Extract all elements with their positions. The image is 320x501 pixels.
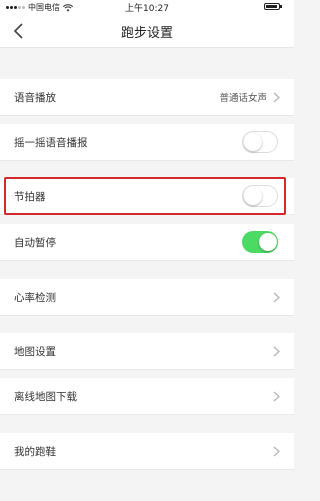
setting-row-voice-playback[interactable]: 语音播放 普通话女声 xyxy=(0,79,294,116)
setting-label: 我的跑鞋 xyxy=(14,446,56,458)
setting-label: 地图设置 xyxy=(14,346,56,358)
nav-bar: 跑步设置 xyxy=(0,14,294,48)
battery-icon xyxy=(264,3,282,10)
setting-row-auto-pause: 自动暂停 xyxy=(0,224,294,261)
status-time: 上午10:27 xyxy=(125,4,169,14)
chevron-right-icon xyxy=(273,92,280,103)
chevron-right-icon xyxy=(273,346,280,357)
chevron-right-icon xyxy=(273,391,280,402)
setting-value: 普通话女声 xyxy=(219,93,267,104)
toggle-knob xyxy=(259,233,277,251)
running-settings-screen: 中国电信 上午10:27 跑步设置 语音播放 普通话女声 摇一摇语音播报 节拍器… xyxy=(0,0,294,501)
setting-row-my-shoes[interactable]: 我的跑鞋 xyxy=(0,433,294,470)
setting-row-offline-map[interactable]: 离线地图下载 xyxy=(0,378,294,415)
shake-voice-toggle[interactable] xyxy=(242,131,278,153)
setting-label: 摇一摇语音播报 xyxy=(14,137,88,149)
chevron-right-icon xyxy=(273,292,280,303)
setting-label: 自动暂停 xyxy=(14,237,56,249)
setting-row-map-settings[interactable]: 地图设置 xyxy=(0,333,294,370)
metronome-highlight-box xyxy=(4,177,286,215)
setting-label: 心率检测 xyxy=(14,292,56,304)
setting-row-heart-rate[interactable]: 心率检测 xyxy=(0,279,294,316)
chevron-right-icon xyxy=(273,446,280,457)
setting-label: 语音播放 xyxy=(14,92,56,104)
setting-row-shake-voice: 摇一摇语音播报 xyxy=(0,124,294,161)
auto-pause-toggle[interactable] xyxy=(242,231,278,253)
toggle-knob xyxy=(244,133,262,151)
page-title: 跑步设置 xyxy=(120,26,173,41)
status-bar: 中国电信 上午10:27 xyxy=(0,0,294,14)
setting-label: 离线地图下载 xyxy=(14,391,77,403)
